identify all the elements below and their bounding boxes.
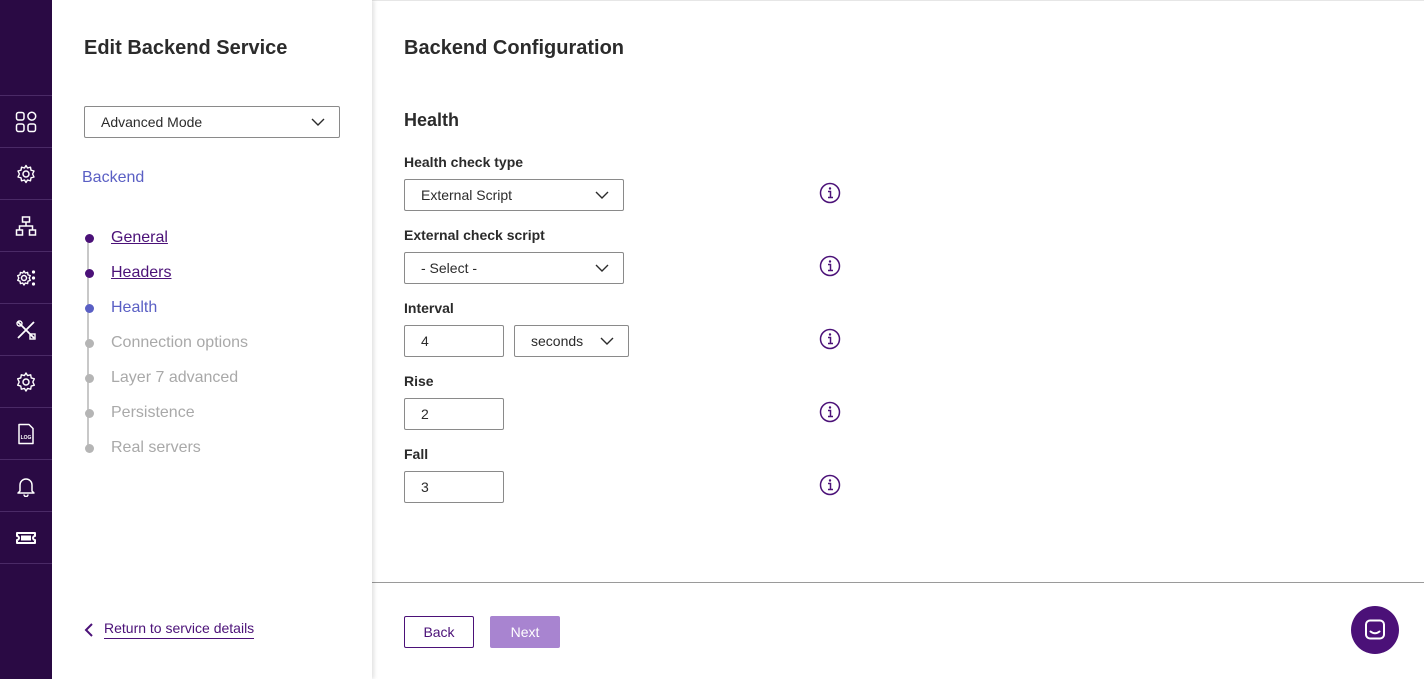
group-title-health: Health <box>404 110 460 130</box>
log-icon-text: LOG <box>21 435 32 441</box>
fall-value: 3 <box>421 479 429 495</box>
info-icon-interval[interactable] <box>819 328 841 350</box>
step-label: Layer 7 advanced <box>111 369 239 386</box>
interval-label: Interval <box>404 300 454 316</box>
network-icon <box>15 215 37 236</box>
step-label: Health <box>111 299 158 316</box>
top-border <box>372 0 1424 1</box>
step-persistence: Persistence <box>85 403 195 423</box>
settings-gear-icon <box>17 371 35 392</box>
step-general[interactable]: General <box>85 228 168 248</box>
info-icon-rise[interactable] <box>819 401 841 423</box>
external-check-script-label: External check script <box>404 227 545 243</box>
health-check-type-select[interactable]: External Script <box>404 179 624 211</box>
step-dot <box>85 268 94 278</box>
chat-icon <box>1365 619 1385 640</box>
chat-button[interactable] <box>1351 606 1399 654</box>
rail-network[interactable] <box>0 199 52 251</box>
tools-icon <box>16 319 36 340</box>
next-button[interactable]: Next <box>490 616 560 648</box>
rail-settings[interactable] <box>0 355 52 407</box>
rail-logs[interactable]: LOG <box>0 407 52 459</box>
interval-input[interactable]: 4 <box>404 325 504 357</box>
chevron-down-icon <box>595 191 609 199</box>
return-to-service-link[interactable]: Return to service details <box>84 620 255 639</box>
step-label: Connection options <box>111 334 248 351</box>
rail-dashboard[interactable] <box>0 95 52 147</box>
external-check-script-select[interactable]: - Select - <box>404 252 624 284</box>
return-link-text: Return to service details <box>104 620 255 639</box>
step-label: Persistence <box>111 404 195 421</box>
ticket-icon <box>16 531 36 544</box>
step-dot <box>85 443 94 453</box>
interval-value: 4 <box>421 333 429 349</box>
rise-label: Rise <box>404 373 434 389</box>
mode-select[interactable]: Advanced Mode <box>84 106 340 138</box>
step-headers[interactable]: Headers <box>85 263 171 283</box>
panel-title: Edit Backend Service <box>84 37 288 59</box>
step-dot <box>85 303 94 313</box>
step-health: Health <box>85 298 157 318</box>
info-icon-health-check-type[interactable] <box>819 182 841 204</box>
step-label: Headers <box>111 264 172 281</box>
step-label: Real servers <box>111 439 201 456</box>
services-gear-icon <box>17 164 35 183</box>
dashboard-icon <box>15 111 37 132</box>
step-dot <box>85 338 94 348</box>
chevron-left-icon <box>84 622 93 637</box>
rail-tools[interactable] <box>0 303 52 355</box>
info-icon-external-check-script[interactable] <box>819 255 841 277</box>
step-connection-options: Connection options <box>85 333 248 353</box>
rail-services[interactable] <box>0 147 52 199</box>
health-check-type-value: External Script <box>421 187 513 203</box>
icon-rail: LOG <box>0 0 52 679</box>
info-icon-fall[interactable] <box>819 474 841 496</box>
rail-notifications[interactable] <box>0 459 52 511</box>
steps-panel: Edit Backend Service Advanced Mode Backe… <box>52 0 372 679</box>
rail-tickets[interactable] <box>0 511 52 563</box>
step-real-servers: Real servers <box>85 438 201 458</box>
interval-unit-value: seconds <box>531 333 584 349</box>
rail-cluster-settings[interactable] <box>0 251 52 303</box>
interval-unit-select[interactable]: seconds <box>514 325 629 357</box>
footer-divider <box>372 582 1424 583</box>
app-root: LOG Edit Backend Service Advanced Mode B… <box>0 0 1424 679</box>
step-layer7-advanced: Layer 7 advanced <box>85 368 238 388</box>
external-check-script-value: - Select - <box>421 260 478 276</box>
rise-input[interactable]: 2 <box>404 398 504 430</box>
page-title: Backend Configuration <box>404 37 625 59</box>
main-content: Backend Configuration Health Health chec… <box>372 0 1424 679</box>
back-button[interactable]: Back <box>404 616 474 648</box>
mode-select-value: Advanced Mode <box>101 114 203 130</box>
chevron-down-icon <box>600 337 614 345</box>
health-check-type-label: Health check type <box>404 154 524 170</box>
rail-divider <box>0 563 52 564</box>
step-label: General <box>111 229 168 246</box>
step-dot <box>85 408 94 418</box>
log-file-icon: LOG <box>18 423 34 444</box>
chevron-down-icon <box>311 118 325 126</box>
fall-label: Fall <box>404 446 429 462</box>
cluster-settings-icon <box>17 269 36 286</box>
fall-input[interactable]: 3 <box>404 471 504 503</box>
chevron-down-icon <box>595 264 609 272</box>
rise-value: 2 <box>421 406 429 422</box>
step-dot <box>85 373 94 383</box>
section-label-backend: Backend <box>82 169 145 186</box>
step-dot <box>85 233 94 243</box>
bell-icon <box>17 477 35 497</box>
